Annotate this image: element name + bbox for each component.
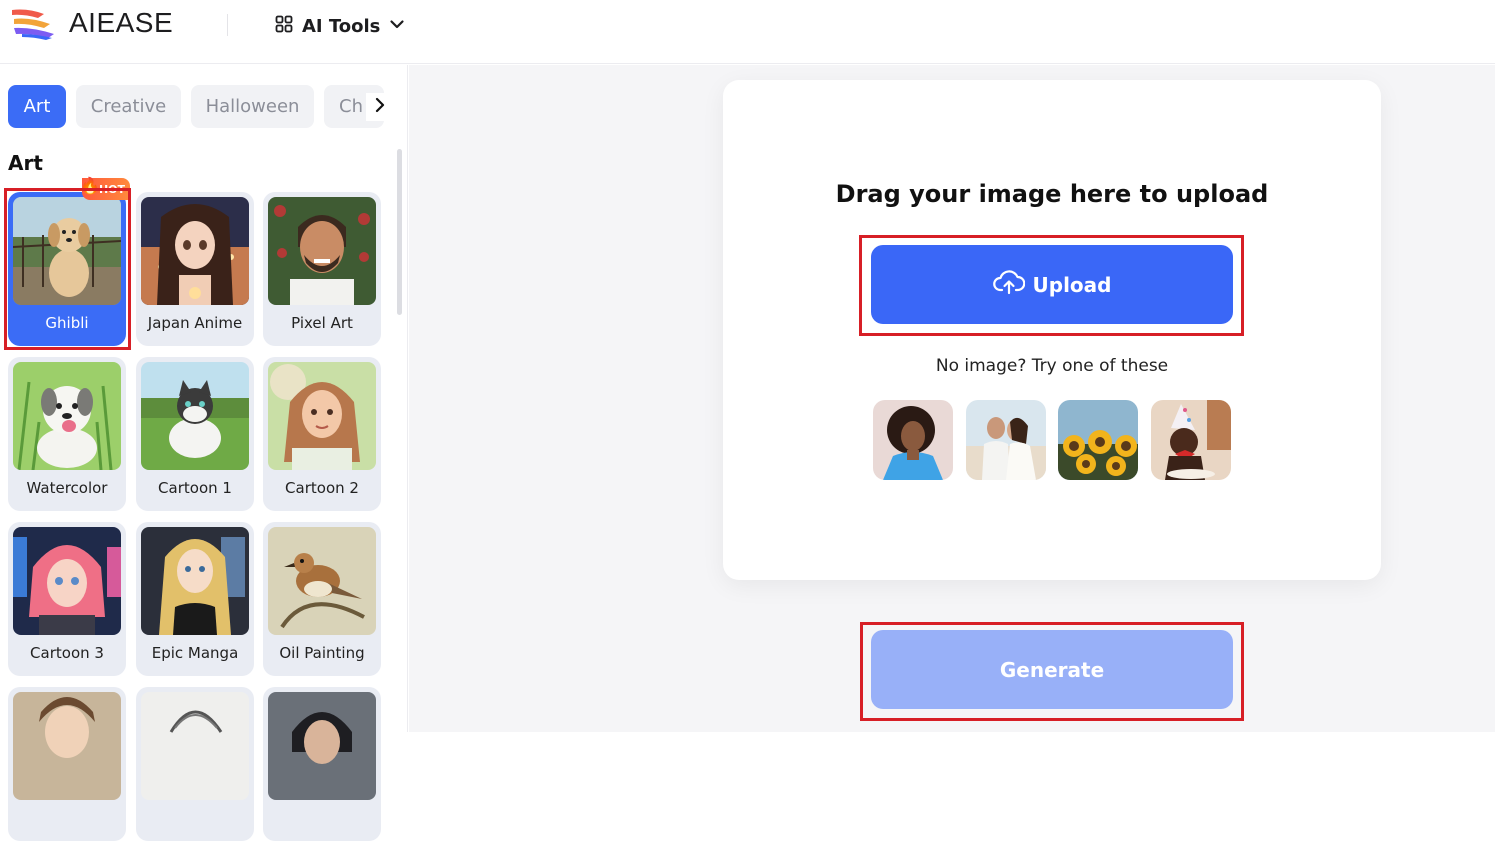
style-thumbnail bbox=[13, 362, 121, 470]
brand-name[interactable]: AIEASE bbox=[69, 6, 173, 40]
style-thumbnail bbox=[13, 692, 121, 800]
style-card[interactable] bbox=[136, 687, 254, 841]
style-label: Epic Manga bbox=[151, 644, 239, 662]
tab-creative[interactable]: Creative bbox=[76, 85, 181, 128]
style-thumbnail bbox=[141, 527, 249, 635]
tab-art[interactable]: Art bbox=[8, 85, 66, 128]
style-card-cartoon-2[interactable]: Cartoon 2 bbox=[263, 357, 381, 511]
sample-image-party-dog[interactable] bbox=[1151, 400, 1231, 480]
ghibli-highlight-box bbox=[4, 188, 131, 350]
style-thumbnail bbox=[268, 527, 376, 635]
style-label: Cartoon 3 bbox=[30, 644, 104, 662]
sidebar-scrollbar[interactable] bbox=[397, 149, 402, 315]
chevron-right-icon bbox=[373, 97, 387, 117]
sample-image-woman[interactable] bbox=[873, 400, 953, 480]
style-thumbnail bbox=[141, 692, 249, 800]
dropzone-title: Drag your image here to upload bbox=[835, 180, 1269, 208]
style-thumbnail bbox=[268, 692, 376, 800]
sample-prompt-text: No image? Try one of these bbox=[935, 356, 1169, 376]
style-thumbnail bbox=[268, 362, 376, 470]
style-card[interactable] bbox=[8, 687, 126, 841]
style-label: Japan Anime bbox=[147, 314, 243, 332]
tab-halloween[interactable]: Halloween bbox=[191, 85, 314, 128]
upload-highlight-box bbox=[859, 235, 1244, 336]
ai-tools-label: AI Tools bbox=[302, 15, 381, 37]
style-card-pixel-art[interactable]: Pixel Art bbox=[263, 192, 381, 346]
generate-highlight-box bbox=[860, 622, 1244, 721]
section-title: Art bbox=[8, 151, 43, 175]
aiease-logo[interactable] bbox=[8, 6, 60, 42]
style-card-epic-manga[interactable]: Epic Manga bbox=[136, 522, 254, 676]
tabs-scroll-right-button[interactable] bbox=[366, 93, 394, 121]
grid-icon bbox=[275, 15, 293, 37]
style-label: Oil Painting bbox=[279, 644, 365, 662]
style-card-japan-anime[interactable]: Japan Anime bbox=[136, 192, 254, 346]
style-card-cartoon-1[interactable]: Cartoon 1 bbox=[136, 357, 254, 511]
style-card-cartoon-3[interactable]: Cartoon 3 bbox=[8, 522, 126, 676]
header-divider bbox=[227, 14, 228, 36]
style-card-watercolor[interactable]: Watercolor bbox=[8, 357, 126, 511]
style-thumbnail bbox=[268, 197, 376, 305]
style-card[interactable] bbox=[263, 687, 381, 841]
sample-image-sunflowers[interactable] bbox=[1058, 400, 1138, 480]
style-label: Pixel Art bbox=[291, 314, 353, 332]
sample-image-wedding[interactable] bbox=[966, 400, 1046, 480]
style-label: Cartoon 2 bbox=[285, 479, 359, 497]
style-label: Cartoon 1 bbox=[158, 479, 232, 497]
style-card-oil-painting[interactable]: Oil Painting bbox=[263, 522, 381, 676]
chevron-down-icon bbox=[389, 16, 405, 36]
style-thumbnail bbox=[13, 527, 121, 635]
top-header: AIEASE AI Tools bbox=[0, 0, 1495, 64]
style-thumbnail bbox=[141, 197, 249, 305]
ai-tools-menu[interactable]: AI Tools bbox=[275, 12, 405, 40]
style-thumbnail bbox=[141, 362, 249, 470]
style-label: Watercolor bbox=[26, 479, 108, 497]
